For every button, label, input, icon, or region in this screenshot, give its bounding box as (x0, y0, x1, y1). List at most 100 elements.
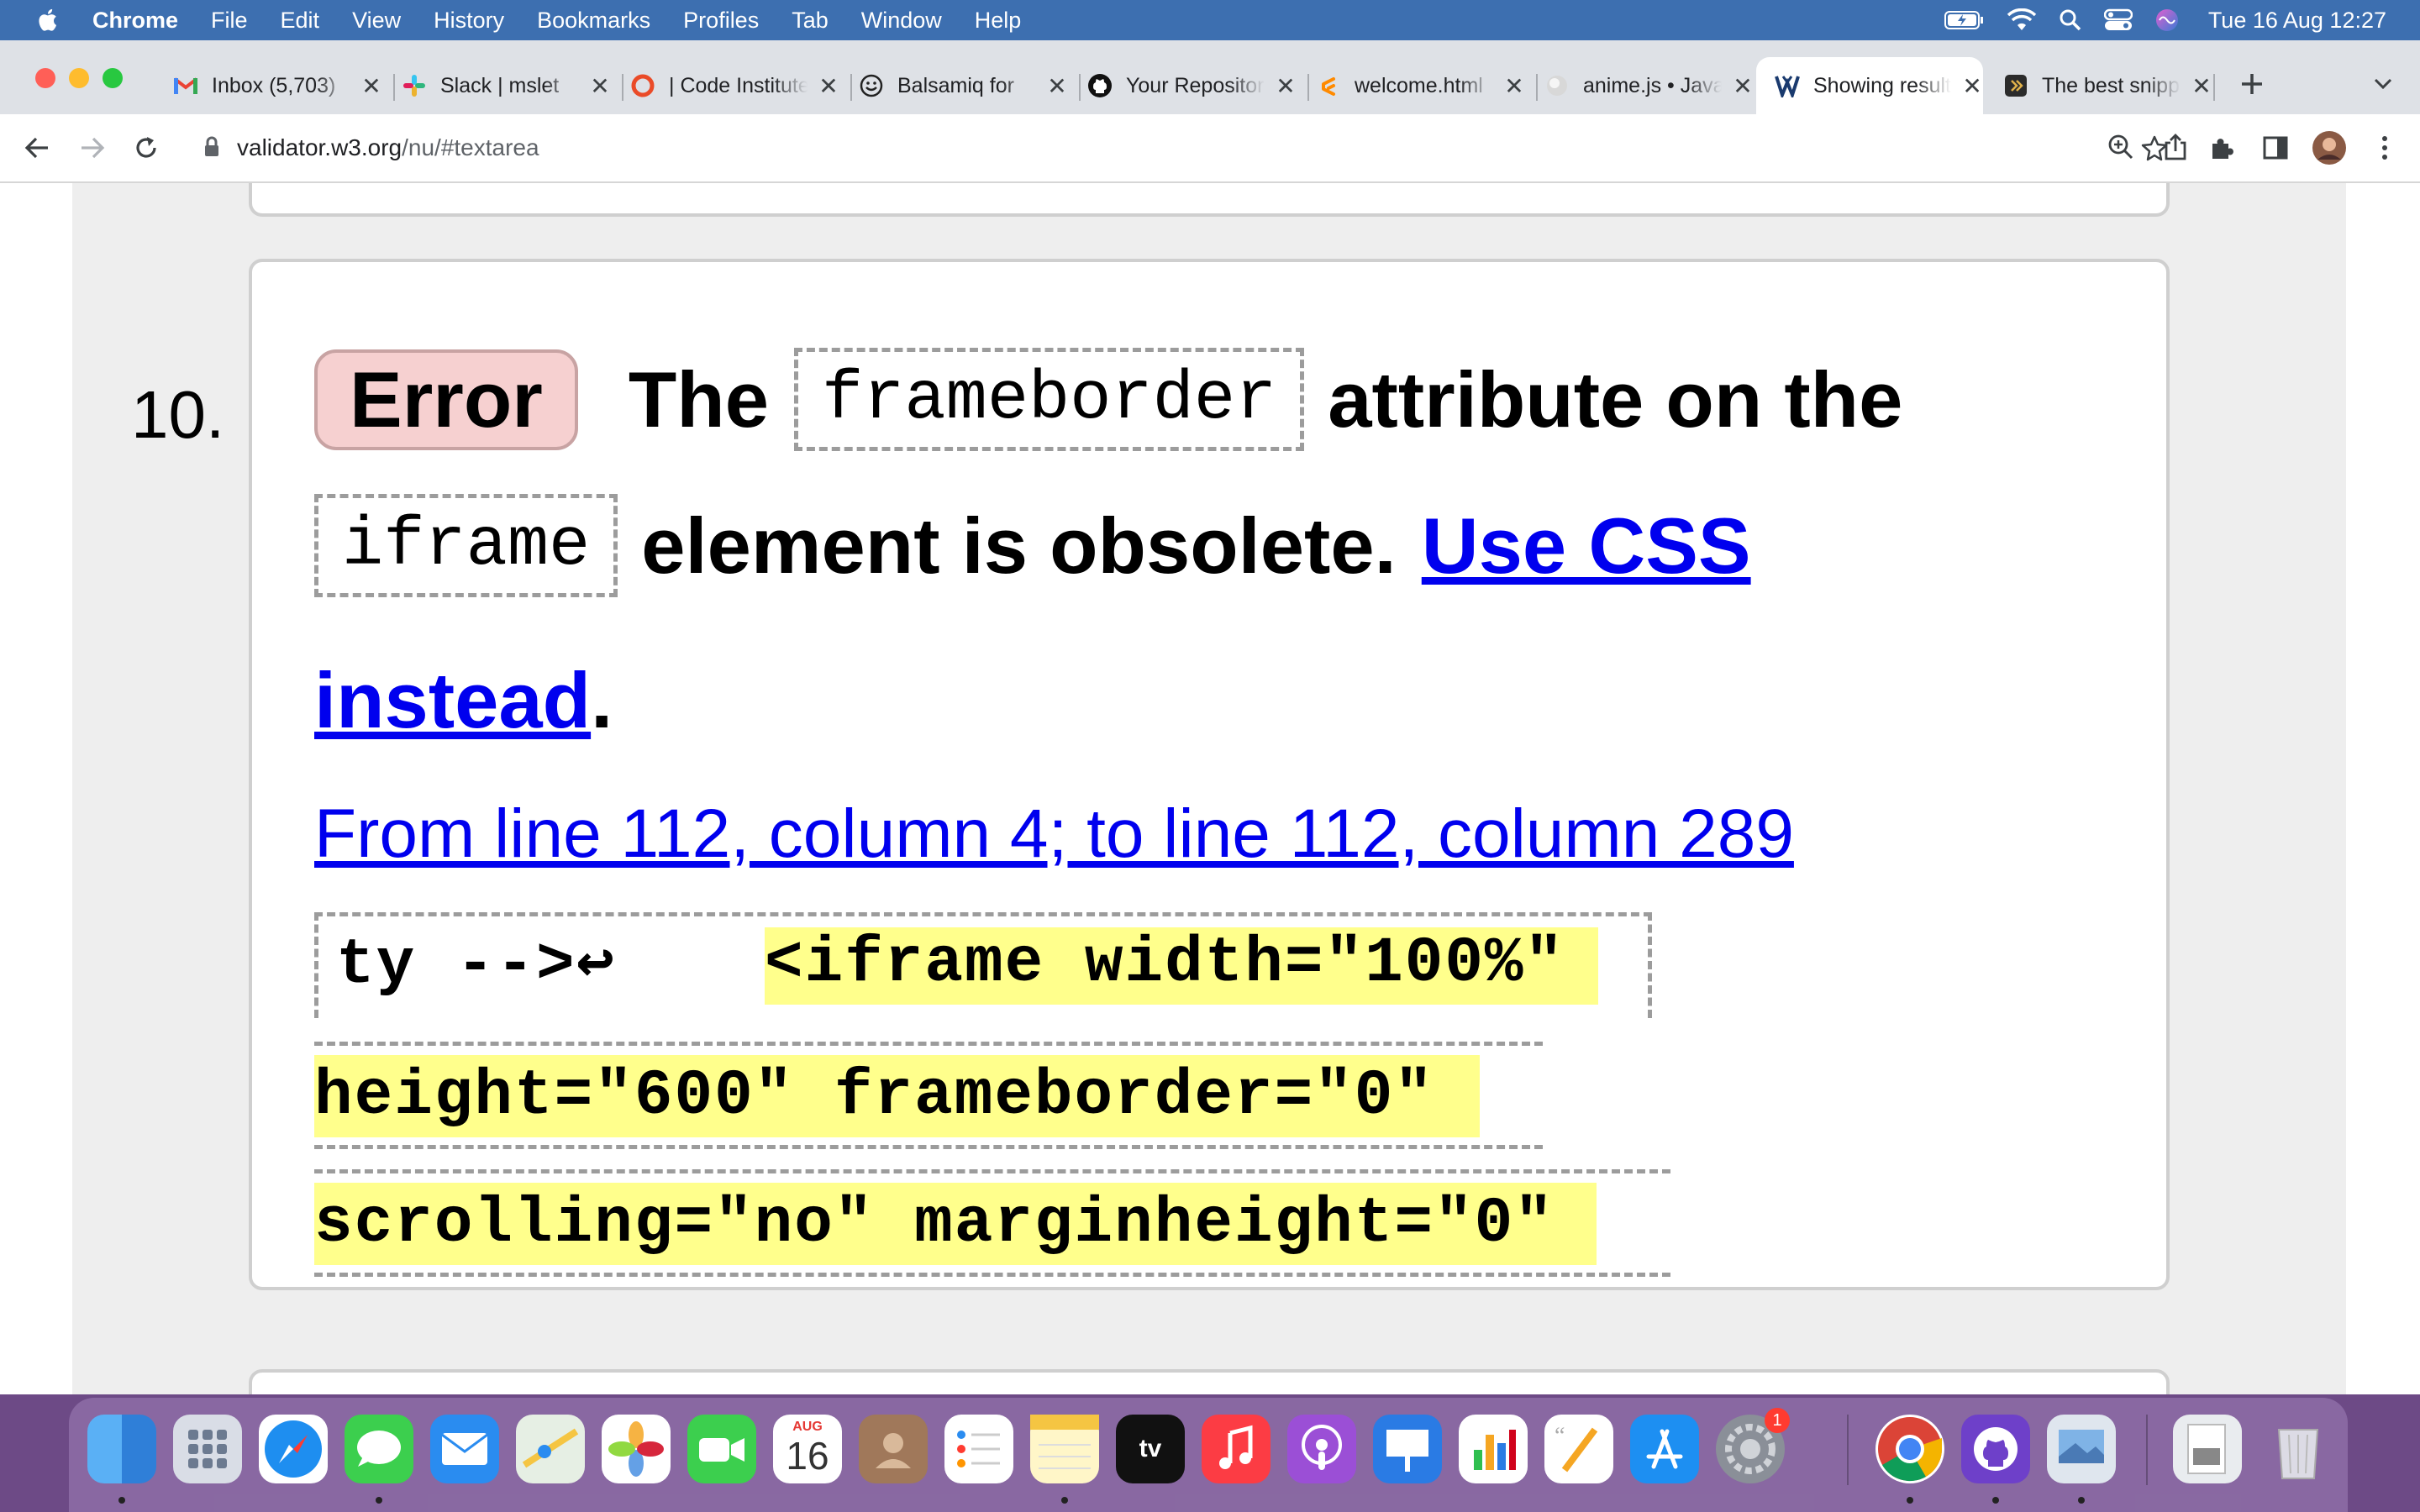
message-text-the: The (628, 354, 769, 444)
battery-icon[interactable] (1944, 10, 1985, 30)
tab-gitpod[interactable]: welcome.html ✕ (1316, 57, 1525, 114)
zoom-magnifier-icon[interactable] (2107, 134, 2134, 165)
tv-label: tv (1139, 1435, 1162, 1462)
menu-profiles[interactable]: Profiles (683, 8, 759, 34)
extensions-puzzle-icon[interactable] (2205, 131, 2238, 165)
element-code: iframe (314, 494, 618, 597)
forward-arrow-icon[interactable] (76, 131, 109, 165)
control-center-icon[interactable] (2103, 8, 2133, 32)
maps-icon[interactable] (516, 1415, 585, 1483)
spotlight-search-icon[interactable] (2059, 8, 2082, 32)
tab-title: welcome.html (1355, 73, 1483, 97)
menu-window[interactable]: Window (861, 8, 942, 34)
profile-avatar[interactable] (2312, 131, 2346, 165)
app-store-icon[interactable] (1630, 1415, 1699, 1483)
url-text[interactable]: validator.w3.org/nu/#textarea (237, 134, 539, 161)
close-tab-icon[interactable]: ✕ (1275, 72, 1297, 100)
minimize-window-button[interactable] (69, 68, 89, 88)
zoom-window-button[interactable] (103, 68, 123, 88)
tab-code-institute[interactable]: | Code Institute ✕ (630, 57, 839, 114)
menu-history[interactable]: History (434, 8, 504, 34)
mail-icon[interactable] (430, 1415, 499, 1483)
tab-title: Your Repositories (1126, 73, 1265, 97)
next-message-card (249, 1369, 2170, 1394)
facetime-icon[interactable] (687, 1415, 756, 1483)
address-bar[interactable]: validator.w3.org/nu/#textarea (183, 123, 2186, 173)
menu-app-name[interactable]: Chrome (92, 8, 178, 34)
use-css-link[interactable]: Use CSS (1422, 501, 1751, 591)
apple-menu-icon[interactable] (35, 7, 62, 34)
wifi-icon[interactable] (2007, 8, 2037, 32)
tab-snippets[interactable]: The best snippets ✕ (2003, 57, 2212, 114)
launchpad-icon[interactable] (173, 1415, 242, 1483)
side-panel-icon[interactable] (2259, 131, 2292, 165)
close-window-button[interactable] (35, 68, 55, 88)
message-line-2: iframe element is obsolete. Use CSS (314, 494, 1751, 597)
instead-link[interactable]: instead (314, 655, 591, 746)
tab-title: Slack | mslet (440, 73, 560, 97)
close-tab-icon[interactable]: ✕ (2191, 72, 2212, 100)
back-arrow-icon[interactable] (20, 131, 54, 165)
chrome-icon[interactable] (1876, 1415, 1944, 1483)
menu-edit[interactable]: Edit (281, 8, 320, 34)
menu-tab[interactable]: Tab (792, 8, 829, 34)
safari-icon[interactable] (259, 1415, 328, 1483)
messages-icon[interactable] (345, 1415, 413, 1483)
close-tab-icon[interactable]: ✕ (818, 72, 839, 100)
system-preferences-icon[interactable]: 1 (1716, 1408, 1790, 1483)
more-menu-icon[interactable] (2368, 131, 2402, 165)
close-tab-icon[interactable]: ✕ (360, 72, 382, 100)
tab-animejs[interactable]: anime.js • JavaScript ✕ (1544, 57, 1754, 114)
close-tab-icon[interactable]: ✕ (1732, 72, 1754, 100)
reminders-icon[interactable] (944, 1415, 1013, 1483)
tab-title: Showing results (1813, 73, 1952, 97)
apple-tv-icon[interactable]: tv (1116, 1415, 1185, 1483)
menu-view[interactable]: View (352, 8, 401, 34)
trash-icon[interactable] (2264, 1415, 2333, 1483)
menubar-clock[interactable]: Tue 16 Aug 12:27 (2208, 8, 2386, 34)
calendar-day: 16 (786, 1434, 829, 1478)
close-tab-icon[interactable]: ✕ (589, 72, 611, 100)
contacts-icon[interactable] (859, 1415, 928, 1483)
notes-icon[interactable] (1030, 1415, 1099, 1483)
menu-help[interactable]: Help (975, 8, 1022, 34)
github-desktop-icon[interactable] (1961, 1415, 2030, 1483)
numbers-icon[interactable] (1459, 1415, 1528, 1483)
siri-icon[interactable] (2154, 8, 2180, 33)
extract-highlight-line-1: <iframe width="100%" (765, 927, 1599, 1005)
github-icon (1087, 73, 1113, 98)
photos-icon[interactable] (602, 1415, 671, 1483)
tab-balsamiq[interactable]: Balsamiq for ✕ (859, 57, 1068, 114)
menu-file[interactable]: File (211, 8, 248, 34)
finder-icon[interactable] (87, 1415, 156, 1483)
preview-icon[interactable] (2047, 1415, 2116, 1483)
source-location-link[interactable]: From line 112, column 4; to line 112, co… (314, 795, 1794, 874)
tab-slack[interactable]: Slack | mslet ✕ (402, 57, 611, 114)
tab-github[interactable]: Your Repositories ✕ (1087, 57, 1297, 114)
balsamiq-icon (859, 73, 884, 98)
new-tab-plus-icon[interactable] (2235, 67, 2269, 101)
close-tab-icon[interactable]: ✕ (1046, 72, 1068, 100)
tab-title: | Code Institute (669, 73, 808, 97)
tab-w3c-validator-active[interactable]: Showing results ✕ (1756, 57, 1983, 114)
keynote-icon[interactable] (1373, 1415, 1442, 1483)
calendar-icon[interactable]: AUG 16 (773, 1415, 842, 1483)
svg-text:“: “ (1555, 1423, 1565, 1449)
tab-search-chevron-down-icon[interactable] (2366, 67, 2400, 101)
bookmark-star-icon[interactable] (2138, 131, 2171, 165)
lock-icon[interactable] (203, 136, 220, 162)
menu-bookmarks[interactable]: Bookmarks (537, 8, 650, 34)
music-icon[interactable] (1202, 1415, 1270, 1483)
reload-icon[interactable] (129, 131, 163, 165)
podcasts-icon[interactable] (1287, 1415, 1356, 1483)
error-badge: Error (314, 349, 578, 450)
extract-highlight-line-2: height="600" frameborder="0" (314, 1055, 1481, 1137)
page-viewport[interactable]: 10. Error The frameborder attribute on t… (0, 183, 2420, 1394)
message-period: . (591, 656, 613, 744)
close-tab-icon[interactable]: ✕ (1503, 72, 1525, 100)
close-tab-icon[interactable]: ✕ (1961, 72, 1983, 100)
message-text-obsolete: element is obsolete. (641, 501, 1397, 590)
pages-icon[interactable]: “ (1544, 1415, 1613, 1483)
downloads-stack-icon[interactable] (2173, 1415, 2242, 1483)
tab-gmail[interactable]: Inbox (5,703) ✕ (173, 57, 382, 114)
